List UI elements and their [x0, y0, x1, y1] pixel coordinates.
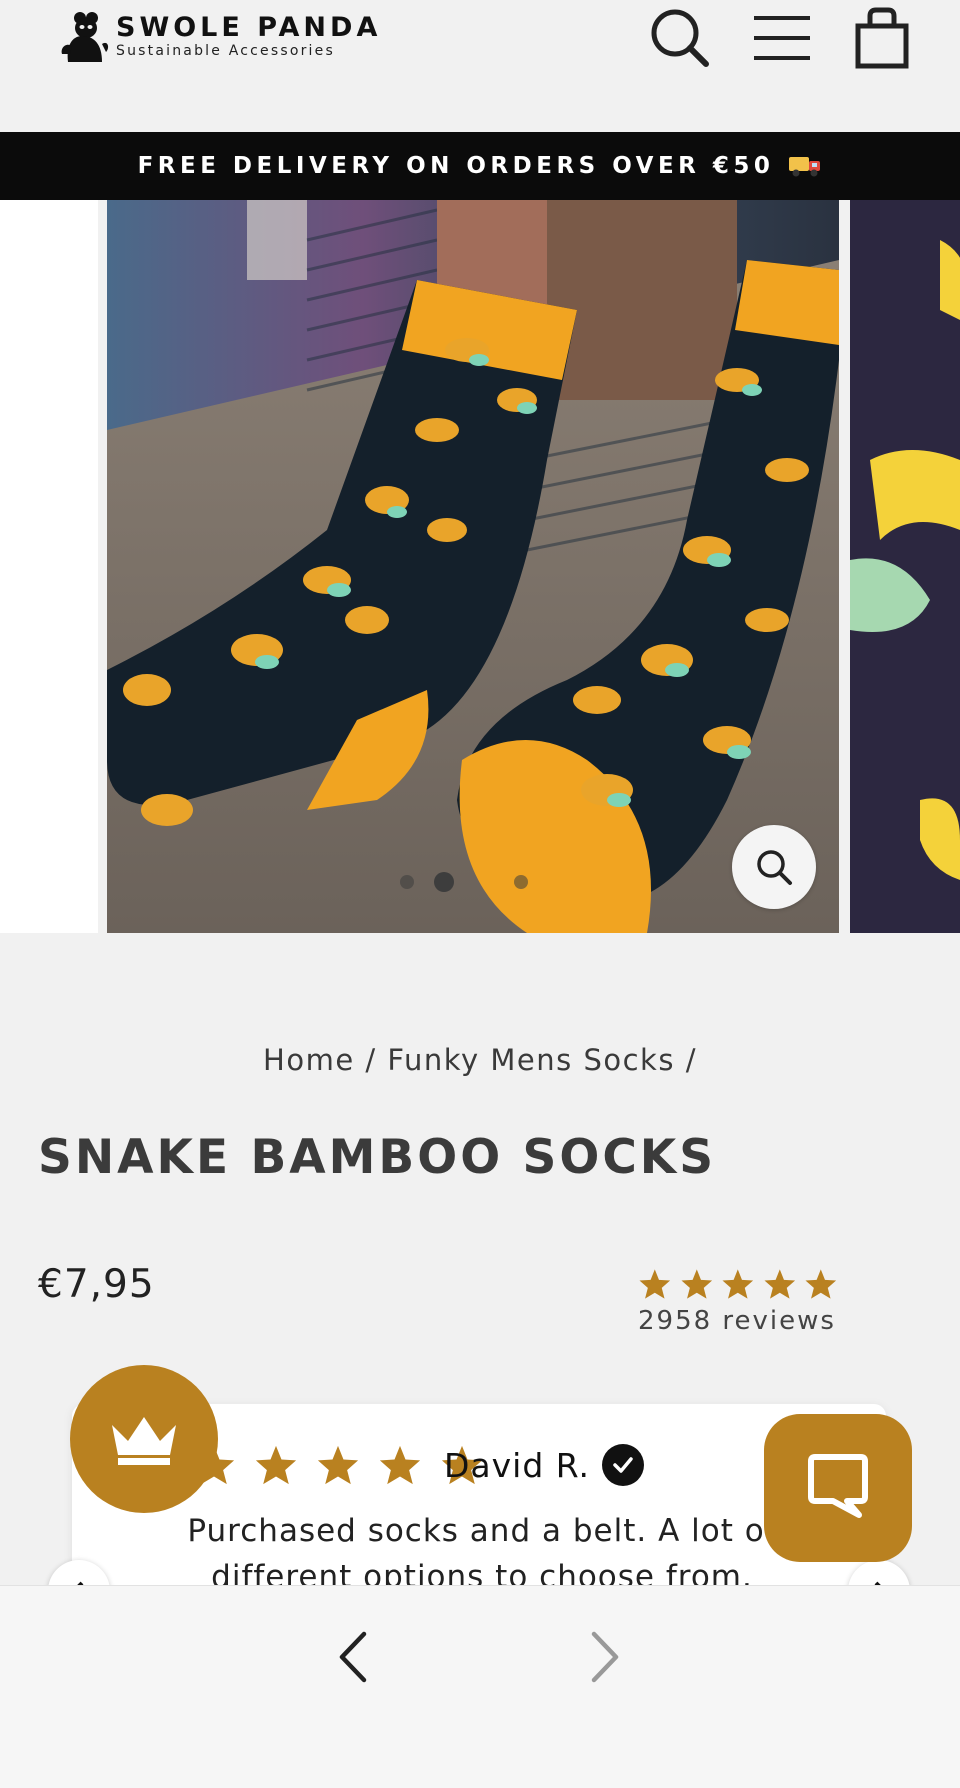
cart-icon[interactable]	[850, 6, 914, 70]
product-title: SNAKE BAMBOO SOCKS	[38, 1130, 717, 1185]
review-stars	[192, 1444, 484, 1486]
breadcrumb-separator: /	[365, 1043, 377, 1077]
site-header: SWOLE PANDA Sustainable Accessories	[0, 0, 960, 132]
review-count[interactable]: 2958 reviews	[638, 1306, 838, 1336]
chat-bubble-icon	[808, 1454, 868, 1518]
star-icon	[805, 1269, 837, 1299]
reviewer-name: David R.	[444, 1446, 591, 1485]
crown-icon	[112, 1417, 176, 1465]
breadcrumb: Home / Funky Mens Socks /	[0, 1043, 960, 1077]
star-icon	[722, 1269, 754, 1299]
product-image-gallery[interactable]	[0, 200, 960, 933]
product-price: €7,95	[38, 1262, 155, 1307]
star-icon	[764, 1269, 795, 1299]
verified-badge-icon	[602, 1444, 644, 1486]
star-icon	[317, 1445, 359, 1485]
announcement-text: FREE DELIVERY ON ORDERS OVER €50	[137, 153, 775, 179]
chevron-left-icon	[339, 1631, 367, 1683]
browser-bottom-bar	[0, 1585, 960, 1788]
star-icon	[639, 1269, 671, 1299]
gallery-dot[interactable]	[400, 875, 414, 889]
chat-button[interactable]	[764, 1414, 912, 1562]
search-icon[interactable]	[648, 6, 712, 70]
gallery-pagination	[400, 872, 528, 892]
panda-logo-icon	[61, 12, 109, 62]
star-icon	[255, 1445, 297, 1485]
breadcrumb-separator: /	[685, 1043, 697, 1077]
breadcrumb-home-link[interactable]: Home	[263, 1043, 355, 1077]
zoom-icon	[757, 850, 792, 885]
chevron-right-icon	[591, 1631, 619, 1683]
gallery-dot[interactable]	[514, 875, 528, 889]
rewards-button[interactable]	[70, 1365, 218, 1513]
gallery-dot-active[interactable]	[434, 872, 454, 892]
brand-name: SWOLE PANDA	[116, 12, 382, 43]
delivery-truck-icon	[789, 157, 821, 177]
gallery-next-slide[interactable]	[850, 200, 960, 933]
product-rating[interactable]: 2958 reviews	[638, 1268, 838, 1336]
browser-back-button[interactable]	[330, 1626, 380, 1688]
brand-tagline: Sustainable Accessories	[116, 43, 335, 59]
menu-icon[interactable]	[750, 6, 814, 70]
zoom-button[interactable]	[732, 825, 816, 909]
breadcrumb-category-link[interactable]: Funky Mens Socks	[387, 1043, 675, 1077]
announcement-bar: FREE DELIVERY ON ORDERS OVER €50	[0, 132, 960, 200]
brand-logo[interactable]: SWOLE PANDA Sustainable Accessories	[58, 8, 381, 64]
star-icon	[681, 1269, 712, 1299]
browser-forward-button[interactable]	[578, 1626, 628, 1688]
rating-stars	[638, 1268, 838, 1300]
gallery-main-image[interactable]	[107, 200, 839, 933]
gallery-previous-slide[interactable]	[0, 200, 98, 933]
star-icon	[379, 1445, 421, 1485]
